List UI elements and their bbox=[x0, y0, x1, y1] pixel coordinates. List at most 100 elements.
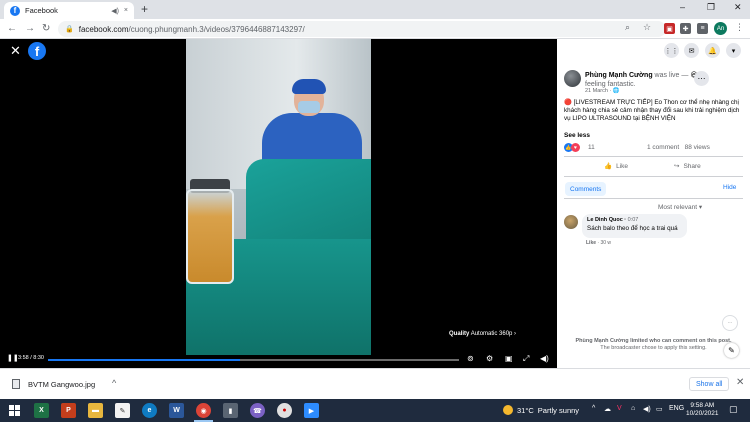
windows-start-icon[interactable] bbox=[9, 405, 20, 416]
language-indicator[interactable]: ENG bbox=[669, 405, 684, 412]
url-host: facebook.com bbox=[78, 24, 129, 34]
new-tab-button[interactable]: + bbox=[141, 2, 148, 16]
messenger-app-icon[interactable]: ● bbox=[277, 403, 292, 418]
post-meta: 21 March · 🌐 bbox=[585, 88, 620, 94]
weather-widget[interactable]: 31°C Partly sunny bbox=[503, 405, 579, 415]
restriction-line-2: The broadcaster chose to apply this sett… bbox=[600, 345, 707, 351]
comment-restriction-notice: Phùng Mạnh Cường limited who can comment… bbox=[557, 338, 750, 352]
comment-sort-dropdown[interactable]: Most relevant ▾ bbox=[658, 203, 702, 211]
word-icon[interactable]: W bbox=[169, 403, 184, 418]
app-icon[interactable]: ▮ bbox=[223, 403, 238, 418]
post-date[interactable]: 21 March bbox=[585, 88, 608, 94]
browser-menu-icon[interactable]: ⋮ bbox=[735, 22, 744, 33]
video-player[interactable]: ✕ f Quality Automatic 360p › ❚❚ 3:58 / 8… bbox=[0, 39, 557, 368]
settings-gear-icon[interactable]: ⚙ bbox=[486, 354, 493, 363]
show-all-downloads-button[interactable]: Show all bbox=[689, 377, 730, 391]
commenter-avatar[interactable] bbox=[564, 215, 578, 229]
quality-indicator[interactable]: Quality Automatic 360p › bbox=[449, 331, 516, 337]
comment-age[interactable]: 30 w bbox=[600, 240, 611, 246]
comment-like-link[interactable]: Like bbox=[586, 240, 596, 246]
video-controls: ❚❚ 3:58 / 8:30 ⊚ ⚙ ▣ ⤢ ◀) bbox=[0, 352, 557, 368]
comment-actions: Like · 30 w bbox=[586, 240, 612, 246]
file-explorer-icon[interactable]: ▬ bbox=[88, 403, 103, 418]
menu-grid-icon[interactable]: ⋮⋮ bbox=[664, 43, 679, 58]
reaction-summary[interactable]: 👍 ♥ 11 bbox=[564, 143, 595, 152]
see-less-link[interactable]: See less bbox=[564, 132, 590, 139]
captions-icon[interactable]: ⊚ bbox=[467, 354, 474, 363]
chrome-icon[interactable]: ◉ bbox=[196, 403, 211, 418]
loading-ring-icon: ··· bbox=[722, 315, 738, 331]
seek-bar[interactable] bbox=[48, 359, 459, 361]
notepad-icon[interactable]: ✎ bbox=[115, 403, 130, 418]
extension-icon[interactable]: ▣ bbox=[664, 23, 675, 34]
video-scene-jar bbox=[186, 189, 234, 284]
reload-icon[interactable]: ↻ bbox=[42, 22, 50, 36]
like-label: Like bbox=[616, 162, 629, 170]
post-more-options-icon[interactable]: ⋯ bbox=[694, 71, 709, 86]
address-bar[interactable]: 🔒 facebook.com/cuong.phungmanh.3/videos/… bbox=[58, 21, 666, 37]
notifications-bell-icon[interactable]: 🔔 bbox=[705, 43, 720, 58]
chevron-up-icon[interactable]: ^ bbox=[112, 378, 116, 388]
red-dot-icon: 🔴 bbox=[564, 99, 572, 106]
close-viewer-icon[interactable]: ✕ bbox=[10, 43, 21, 59]
puzzle-extensions-icon[interactable]: ✚ bbox=[680, 23, 691, 34]
close-download-bar-icon[interactable]: ✕ bbox=[736, 377, 744, 388]
edge-icon[interactable]: e bbox=[142, 403, 157, 418]
comment-timestamp[interactable]: 0:07 bbox=[628, 217, 639, 223]
zoom-app-icon[interactable]: ▶ bbox=[304, 403, 319, 418]
reading-list-icon[interactable]: ≡ bbox=[697, 23, 708, 34]
excel-icon[interactable]: X bbox=[34, 403, 49, 418]
audio-playing-icon[interactable]: ◀) bbox=[111, 7, 119, 15]
fullscreen-icon[interactable]: ⤢ bbox=[523, 354, 529, 364]
network-icon[interactable]: ⌂ bbox=[631, 405, 635, 412]
compose-edit-icon[interactable]: ✎ bbox=[724, 343, 739, 358]
clock-date: 10/20/2021 bbox=[686, 410, 719, 417]
window-restore-icon[interactable]: ❐ bbox=[707, 2, 715, 13]
bookmark-star-icon[interactable]: ☆ bbox=[643, 22, 651, 33]
tab-close-icon[interactable]: × bbox=[124, 7, 128, 14]
account-dropdown-icon[interactable]: ▾ bbox=[726, 43, 741, 58]
messenger-icon[interactable]: ✉ bbox=[684, 43, 699, 58]
onedrive-icon[interactable]: ☁ bbox=[604, 405, 611, 413]
download-file-name[interactable]: BVTM Gangwoo.jpg bbox=[28, 380, 95, 389]
post-body: 🔴 [LIVESTREAM TRỰC TIẾP] Eo Thon cơ thể … bbox=[564, 99, 744, 123]
commenter-name[interactable]: Le Dinh Quoc bbox=[587, 217, 623, 223]
pause-icon[interactable]: ❚❚ bbox=[7, 354, 19, 362]
tab-facebook[interactable]: f Facebook ◀) × bbox=[4, 2, 134, 19]
notification-center-icon[interactable]: ▢ bbox=[729, 404, 738, 415]
zoom-icon[interactable]: ⌕ bbox=[625, 22, 630, 33]
tray-expand-icon[interactable]: ^ bbox=[592, 405, 595, 412]
post-text: [LIVESTREAM TRỰC TIẾP] Eo Thon cơ thể nh… bbox=[564, 99, 740, 122]
like-button[interactable]: 👍 Like bbox=[604, 162, 629, 171]
comment-count[interactable]: 1 comment bbox=[647, 144, 679, 151]
window-minimize-icon[interactable]: – bbox=[680, 2, 685, 12]
panel-header: ⋮⋮ ✉ 🔔 ▾ bbox=[557, 39, 750, 61]
facebook-logo-icon[interactable]: f bbox=[28, 42, 46, 60]
viber-icon[interactable]: ☎ bbox=[250, 403, 265, 418]
comment-bubble: Le Dinh Quoc · 0:07 Sách balo theo để họ… bbox=[582, 214, 687, 238]
tray-app-icon[interactable]: V bbox=[617, 405, 622, 412]
speaker-icon[interactable]: ◀) bbox=[643, 405, 651, 413]
system-clock[interactable]: 9:58 AM 10/20/2021 bbox=[686, 402, 719, 418]
live-status: was live — bbox=[654, 72, 689, 79]
video-frame[interactable] bbox=[186, 39, 371, 355]
author-avatar[interactable] bbox=[564, 70, 581, 87]
forward-arrow-icon[interactable]: → bbox=[25, 22, 35, 36]
view-count: 88 views bbox=[684, 144, 710, 151]
temperature: 31°C bbox=[517, 405, 534, 415]
tab-title: Facebook bbox=[25, 6, 58, 15]
profile-avatar[interactable]: An bbox=[714, 22, 727, 35]
sort-label: Most relevant bbox=[658, 204, 698, 211]
share-arrow-icon: ↪ bbox=[674, 163, 680, 170]
powerpoint-icon[interactable]: P bbox=[61, 403, 76, 418]
share-button[interactable]: ↪ Share bbox=[674, 162, 701, 171]
battery-icon[interactable]: ▭ bbox=[656, 405, 663, 413]
back-arrow-icon[interactable]: ← bbox=[7, 22, 17, 36]
feeling-text: feeling fantastic. bbox=[585, 81, 636, 88]
author-name[interactable]: Phùng Mạnh Cường bbox=[585, 72, 653, 79]
tab-comments[interactable]: Comments bbox=[565, 182, 607, 196]
window-close-icon[interactable]: ✕ bbox=[734, 2, 742, 13]
volume-icon[interactable]: ◀) bbox=[540, 354, 549, 363]
picture-in-picture-icon[interactable]: ▣ bbox=[505, 354, 513, 363]
hide-comments-link[interactable]: Hide bbox=[723, 184, 736, 191]
